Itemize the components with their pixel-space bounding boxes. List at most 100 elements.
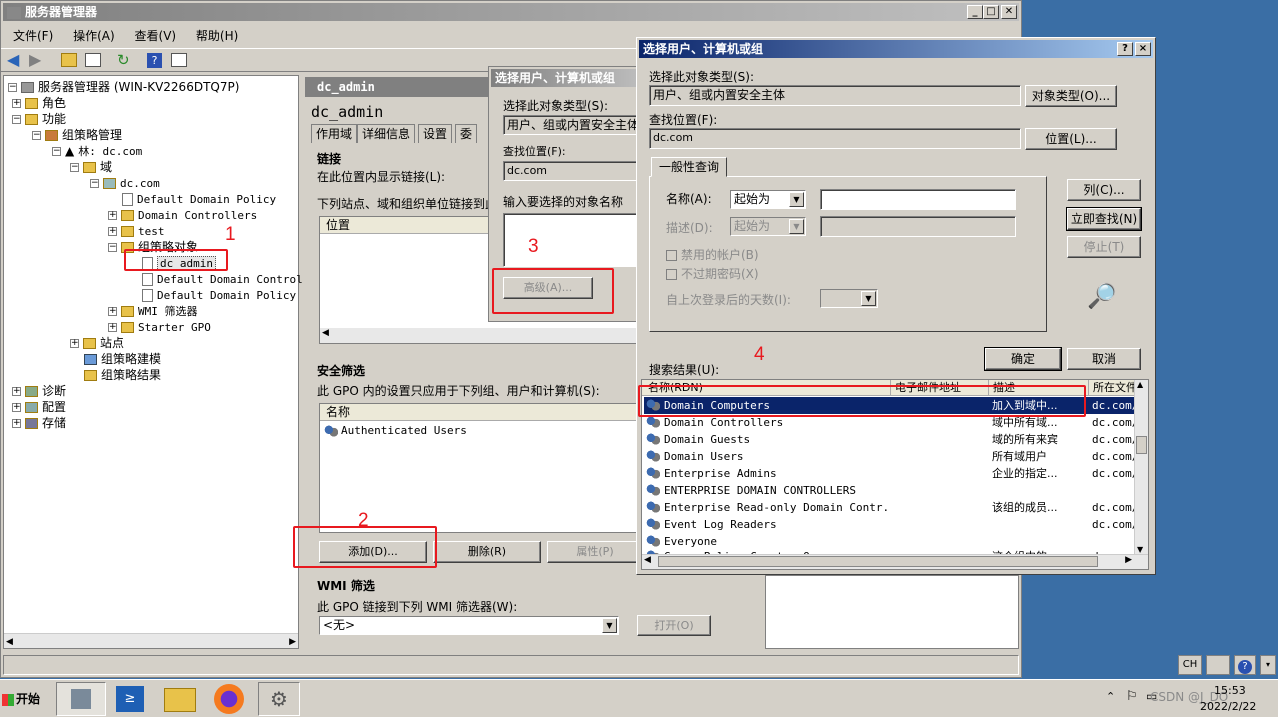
taskbar-powershell-icon[interactable]: ≥ xyxy=(116,686,144,712)
days-since-logon-select[interactable]: ▼ xyxy=(820,289,878,308)
tree-item-configuration[interactable]: + 配置 xyxy=(12,399,66,415)
gpo-title: dc_admin xyxy=(311,103,384,121)
result-row[interactable]: Enterprise Admins企业的指定...dc.com/U xyxy=(644,465,1138,482)
tree-item-default-domain-policy-link[interactable]: Default Domain Policy xyxy=(122,191,276,207)
tree-item-default-domain-controll[interactable]: Default Domain Controll xyxy=(142,271,309,287)
cancel-button[interactable]: 取消 xyxy=(1067,348,1141,370)
back-icon[interactable]: ◀ xyxy=(7,52,19,68)
open-button[interactable]: 打开(O) xyxy=(637,615,711,636)
menu-action[interactable]: 操作(A) xyxy=(73,29,115,43)
find-now-button[interactable]: 立即查找(N) xyxy=(1066,207,1142,231)
tray-time[interactable]: 15:53 xyxy=(1214,684,1246,697)
tree-item-diagnostics[interactable]: + 诊断 xyxy=(12,383,66,399)
query-panel: 名称(A): 起始为 ▼ 描述(D): 起始为 ▼ 禁用的帐户(B) 不过期密码(X… xyxy=(649,176,1047,332)
tray-date[interactable]: 2022/2/22 xyxy=(1200,700,1256,713)
up-folder-icon[interactable] xyxy=(61,53,77,67)
security-column-name[interactable]: 名称 xyxy=(320,404,648,421)
keyboard-icon[interactable] xyxy=(1206,655,1230,675)
wmi-desc: 此 GPO 链接到下列 WMI 筛选器(W): xyxy=(317,600,518,614)
tab-settings[interactable]: 设置 xyxy=(418,124,453,143)
tree-item-server-manager[interactable]: − 服务器管理器 (WIN-KV2266DTQ7P) xyxy=(8,79,239,95)
stop-button[interactable]: 停止(T) xyxy=(1067,236,1141,258)
tree-item-default-domain-policy[interactable]: Default Domain Policy xyxy=(142,287,296,303)
ok-button[interactable]: 确定 xyxy=(984,347,1062,371)
users-group-icon xyxy=(324,424,338,437)
tab-details[interactable]: 详细信息 xyxy=(357,124,416,143)
tray-expand-icon[interactable]: ⌃ xyxy=(1106,690,1115,703)
tree-item-roles[interactable]: + 角色 xyxy=(12,95,66,111)
taskbar-firefox-icon[interactable] xyxy=(214,684,244,714)
results-vscrollbar[interactable]: ▲ ▼ xyxy=(1134,380,1148,554)
tree-item-domains[interactable]: − 域 xyxy=(70,159,112,175)
result-row[interactable]: Domain Guests域的所有来宾dc.com/U xyxy=(644,431,1138,448)
name-input[interactable] xyxy=(820,189,1016,210)
tab-delegation[interactable]: 委 xyxy=(455,124,478,143)
taskbar-explorer-icon[interactable] xyxy=(164,688,196,712)
select-users-dialog: 选择用户、计算机或组 ? × 选择此对象类型(S): 用户、组或内置安全主体 对… xyxy=(636,37,1156,575)
security-desc: 此 GPO 内的设置只应用于下列组、用户和计算机(S): xyxy=(317,384,600,398)
tab-common-queries[interactable]: 一般性查询 xyxy=(651,157,727,177)
non-expiring-checkbox[interactable]: 不过期密码(X) xyxy=(666,265,759,282)
bg-names-box[interactable] xyxy=(503,213,649,267)
name-mode-select[interactable]: 起始为 ▼ xyxy=(730,190,806,209)
columns-button[interactable]: 列(C)... xyxy=(1067,179,1141,201)
tray-flag-icon[interactable]: ⚐ xyxy=(1126,689,1138,704)
tree-item-storage[interactable]: + 存储 xyxy=(12,415,66,431)
menu-file[interactable]: 文件(F) xyxy=(13,29,53,43)
tree-item-dc-com[interactable]: − dc.com xyxy=(90,175,160,191)
tree-hscrollbar[interactable]: ◀ ▶ xyxy=(4,633,298,648)
menu-view[interactable]: 查看(V) xyxy=(135,29,177,43)
result-row[interactable]: Enterprise Read-only Domain Contr... 该组的成… xyxy=(644,499,1138,516)
tree-item-starter-gpo[interactable]: + Starter GPO xyxy=(108,319,211,335)
result-row[interactable]: Event Log Readersdc.com/B xyxy=(644,516,1138,533)
tree-item-domain-controllers[interactable]: + Domain Controllers xyxy=(108,207,257,223)
minimize-button[interactable]: _ xyxy=(967,5,983,19)
tree-item-sites[interactable]: + 站点 xyxy=(70,335,124,351)
tree-item-forest[interactable]: − ▲ 林: dc.com xyxy=(52,143,142,159)
dialog-help-button[interactable]: ? xyxy=(1117,42,1133,56)
remove-button[interactable]: 删除(R) xyxy=(433,541,541,563)
chevron-down-icon: ▼ xyxy=(861,291,876,306)
properties-button[interactable]: 属性(P) xyxy=(547,541,643,563)
desc-mode-select[interactable]: 起始为 ▼ xyxy=(730,217,806,236)
help-circle-icon[interactable]: ? xyxy=(1234,655,1256,675)
tree-item-wmi-filters[interactable]: + WMI 筛选器 xyxy=(108,303,198,319)
refresh-icon[interactable]: ↻ xyxy=(117,52,130,68)
bg-object-type-field: 用户、组或内置安全主体 xyxy=(503,115,649,135)
maximize-button[interactable]: □ xyxy=(983,5,999,19)
links-label: 在此位置内显示链接(L): xyxy=(317,170,446,184)
menu-help[interactable]: 帮助(H) xyxy=(196,29,238,43)
links-hscrollbar[interactable]: ◀ xyxy=(320,328,648,343)
disabled-accounts-checkbox[interactable]: 禁用的帐户(B) xyxy=(666,246,759,263)
security-entry[interactable]: Authenticated Users xyxy=(324,422,467,439)
locations-button[interactable]: 位置(L)... xyxy=(1025,128,1117,150)
annotation-box-2 xyxy=(293,526,437,568)
tree-item-features[interactable]: − 功能 xyxy=(12,111,66,127)
results-hscrollbar[interactable]: ◀ ▶ xyxy=(642,554,1148,569)
forward-icon[interactable]: ▶ xyxy=(29,52,41,68)
result-row[interactable]: ENTERPRISE DOMAIN CONTROLLERS xyxy=(644,482,1134,499)
ime-menu-icon[interactable]: ▾ xyxy=(1260,655,1276,675)
close-button[interactable]: ✕ xyxy=(1001,5,1017,19)
dialog-close-button[interactable]: × xyxy=(1135,42,1151,56)
tree-item-gp-modeling[interactable]: 组策略建模 xyxy=(84,351,161,367)
properties-icon[interactable] xyxy=(171,53,187,67)
object-types-button[interactable]: 对象类型(O)... xyxy=(1025,85,1117,107)
bg-enter-names-label: 输入要选择的对象名称 xyxy=(503,195,624,209)
main-title: 服务器管理器 xyxy=(25,5,98,19)
tab-scope[interactable]: 作用域 xyxy=(311,124,358,143)
wmi-filter-select[interactable]: <无> ▼ xyxy=(319,616,619,635)
tree-item-test[interactable]: + test xyxy=(108,223,165,239)
tree-item-gpm[interactable]: − 组策略管理 xyxy=(32,127,122,143)
tree-item-gp-results[interactable]: 组策略结果 xyxy=(84,367,161,383)
status-bar xyxy=(3,655,1019,675)
desc-input[interactable] xyxy=(820,216,1016,237)
start-button[interactable]: 开始 xyxy=(2,688,40,710)
result-row[interactable]: Domain Users所有域用户dc.com/U xyxy=(644,448,1138,465)
lang-indicator[interactable]: CH xyxy=(1178,655,1202,675)
taskbar-settings-icon[interactable]: ⚙ xyxy=(258,682,300,716)
taskbar-server-manager-icon[interactable] xyxy=(56,682,106,716)
col-folder[interactable]: 所在文件 xyxy=(1088,380,1137,395)
show-hide-tree-icon[interactable] xyxy=(85,53,101,67)
help-icon[interactable]: ? xyxy=(147,53,162,68)
